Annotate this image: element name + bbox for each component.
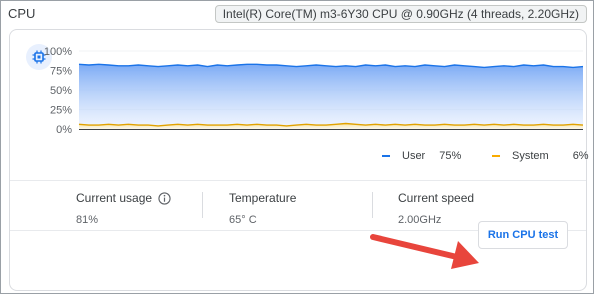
legend-user: User 75% [382,150,461,162]
red-arrow-annotation [370,234,479,269]
legend-user-label: User [402,150,426,162]
legend-system-label: System [512,150,549,162]
cpu-panel: CPU Intel(R) Core(TM) m3-6Y30 CPU @ 0.90… [0,0,594,294]
divider [10,180,586,181]
y-tick-label: 25% [50,105,72,117]
current-usage-label: Current usage [76,191,153,205]
cpu-usage-chart: 100% 75% 50% 25% 0% [44,46,584,136]
temperature-value: 65° C [229,214,257,226]
temperature-label: Temperature [229,191,297,205]
legend-system-swatch [492,155,500,157]
current-speed-label: Current speed [398,191,475,205]
current-usage-value: 81% [76,214,99,226]
user-series-area [79,64,583,129]
page-title: CPU [8,6,36,21]
stat-current-usage: Current usage 81% [76,190,171,226]
stat-current-speed: Current speed 2.00GHz [398,190,474,226]
legend-user-value: 75% [439,150,462,162]
cpu-model-label: Intel(R) Core(TM) m3-6Y30 CPU @ 0.90GHz … [214,5,587,23]
legend-system: System 6% [492,150,589,162]
y-tick-label: 100% [44,46,72,58]
cpu-card: 100% 75% 50% 25% 0% User 75% System 6% Curre… [9,29,589,291]
legend-user-swatch [382,155,390,157]
stat-separator [372,192,373,218]
y-tick-label: 50% [50,85,72,97]
y-tick-label: 75% [50,66,72,78]
run-cpu-test-button[interactable]: Run CPU test [478,221,568,249]
y-tick-label: 0% [56,124,72,136]
stat-separator [202,192,203,218]
info-icon[interactable] [158,191,171,205]
current-speed-value: 2.00GHz [398,214,442,226]
stat-temperature: Temperature 65° C [229,190,296,226]
legend-system-value: 6% [572,150,589,162]
